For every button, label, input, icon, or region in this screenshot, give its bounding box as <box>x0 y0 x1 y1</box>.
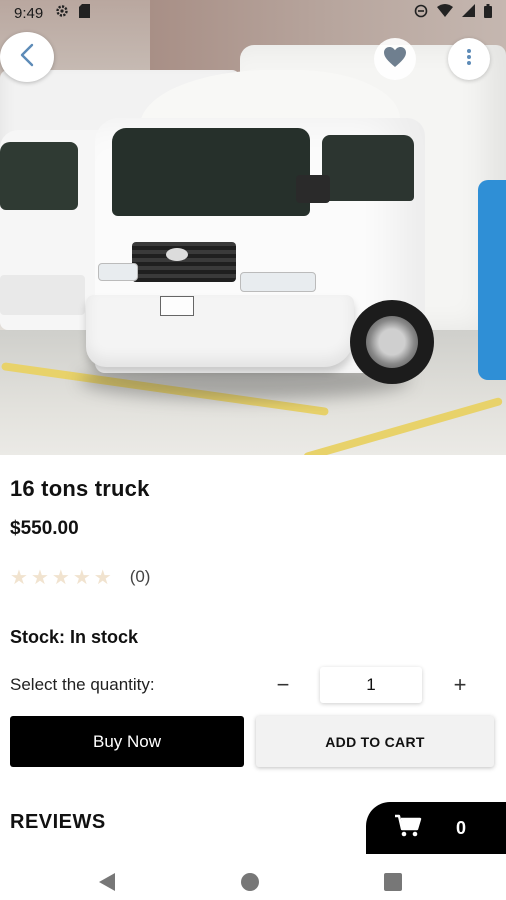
truck-windshield <box>112 128 310 216</box>
truck-logo <box>166 248 188 261</box>
status-time: 9:49 <box>14 4 44 22</box>
stock-label: Stock: <box>10 627 66 647</box>
product-price: $550.00 <box>10 518 79 539</box>
chevron-left-icon <box>19 43 35 72</box>
star-icon: ★ <box>72 565 91 589</box>
reviews-heading: REVIEWS <box>10 811 106 833</box>
star-icon: ★ <box>93 565 112 589</box>
stock-status: Stock: In stock <box>10 627 138 648</box>
cart-count: 0 <box>456 817 467 838</box>
gear-icon <box>55 4 69 23</box>
product-title: 16 tons truck <box>10 476 150 501</box>
wifi-icon <box>437 4 453 22</box>
truck-headlight <box>240 272 316 292</box>
truck-bumper <box>86 295 354 367</box>
quantity-label: Select the quantity: <box>10 675 155 694</box>
truck-side-window <box>322 135 414 201</box>
truck-wheel-hub <box>366 316 418 368</box>
rear-truck-bumper <box>0 275 85 315</box>
status-bar: 9:49 <box>0 0 506 26</box>
truck-headlight <box>98 263 138 281</box>
rating-count: (0) <box>129 567 151 586</box>
stock-value: In stock <box>70 627 139 647</box>
star-icon: ★ <box>30 565 49 589</box>
quantity-decrease-button[interactable]: − <box>266 668 300 702</box>
product-rating[interactable]: ★ ★ ★ ★ ★ (0) <box>10 565 150 589</box>
cart-button[interactable]: 0 <box>366 802 506 854</box>
sd-card-icon <box>79 3 91 23</box>
product-image <box>0 0 506 455</box>
cart-icon <box>394 814 422 843</box>
truck-grille <box>132 242 236 282</box>
truck-mirror <box>296 175 330 203</box>
nav-back-icon[interactable] <box>97 872 117 897</box>
more-options-button[interactable] <box>448 38 490 80</box>
license-plate <box>160 296 194 316</box>
favorite-button[interactable] <box>374 38 416 80</box>
do-not-disturb-icon <box>414 4 428 23</box>
heart-icon <box>383 46 407 73</box>
battery-icon <box>484 3 492 23</box>
quantity-increase-button[interactable]: + <box>443 668 477 702</box>
nav-home-icon[interactable] <box>241 873 259 891</box>
rear-truck-windshield <box>0 142 78 210</box>
star-icon: ★ <box>51 565 70 589</box>
rating-stars: ★ ★ ★ ★ ★ <box>10 567 112 587</box>
more-vertical-icon <box>466 48 472 71</box>
buy-now-button[interactable]: Buy Now <box>10 716 244 767</box>
add-to-cart-button[interactable]: ADD TO CART <box>256 716 494 767</box>
nav-recents-icon[interactable] <box>384 873 402 891</box>
back-button[interactable] <box>0 32 54 82</box>
star-icon: ★ <box>10 565 28 589</box>
signal-icon <box>462 4 475 22</box>
adjacent-blue-truck <box>478 180 506 380</box>
quantity-input[interactable]: 1 <box>320 667 422 703</box>
